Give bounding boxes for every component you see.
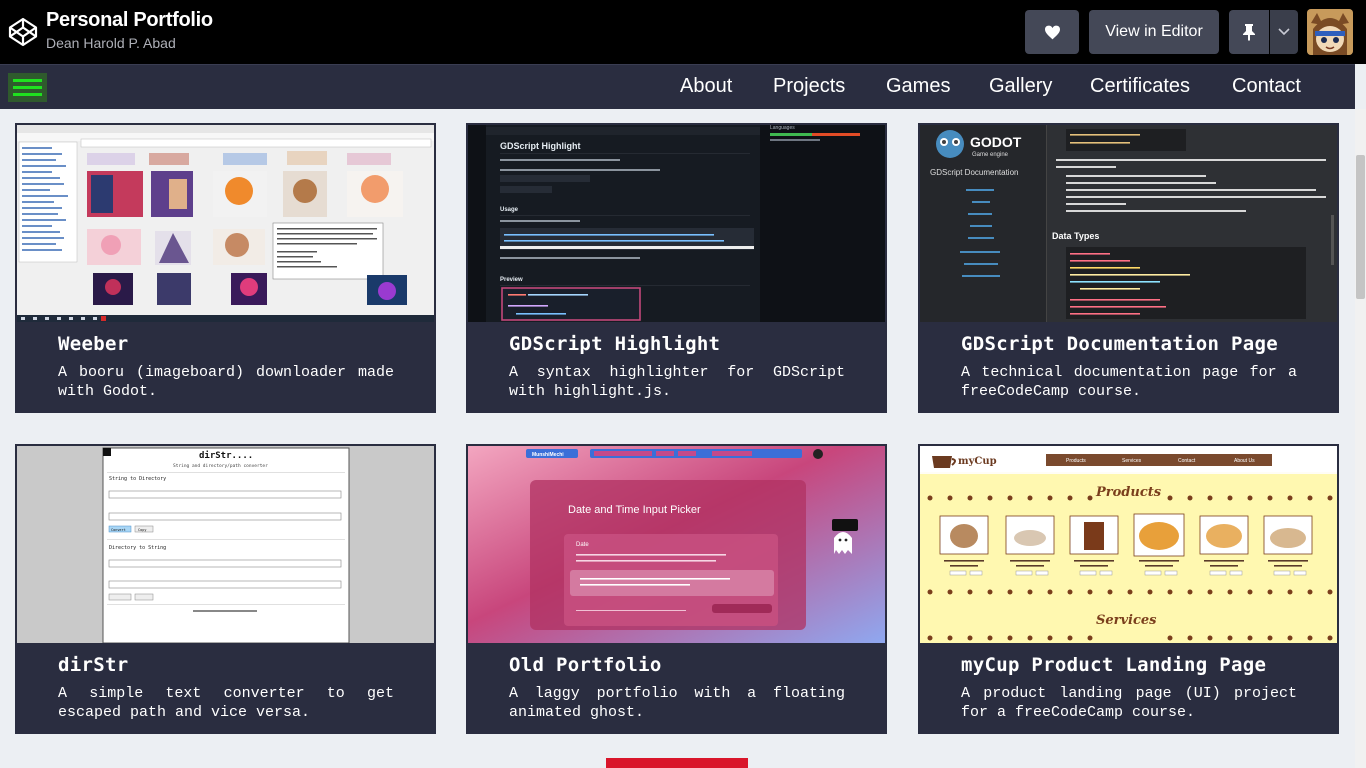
thumb-services: Services	[1096, 613, 1157, 628]
project-description: A simple text converter to get escaped p…	[58, 685, 394, 721]
project-description: A laggy portfolio with a floating animat…	[509, 685, 845, 721]
project-card-old-portfolio[interactable]: MunshiMechi Date and Time Input Picker D…	[466, 444, 887, 734]
chevron-down-icon	[1278, 28, 1290, 36]
nav-link-projects[interactable]: Projects	[773, 75, 845, 98]
weeber-screenshot	[17, 125, 434, 322]
avatar-image	[1307, 9, 1353, 55]
thumb-date-label: Date	[576, 542, 589, 548]
project-thumbnail: GDScript Highlight Usage Preview Languag…	[466, 123, 887, 324]
thumb-godot-logo: GODOT	[970, 134, 1022, 150]
gdscript-docs-screenshot: GODOT Game engine GDScript Documentation…	[920, 125, 1337, 322]
project-title[interactable]: Old Portfolio	[509, 654, 662, 676]
project-card-mycup[interactable]: myCup Products Services Contact About Us…	[918, 444, 1339, 734]
heart-icon	[1044, 25, 1060, 39]
nav-link-certificates[interactable]: Certificates	[1090, 75, 1190, 98]
thumb-languages: Languages	[770, 125, 795, 131]
project-title[interactable]: Weeber	[58, 333, 128, 355]
project-card-dirstr[interactable]: dirStr.... String and directory/path con…	[15, 444, 436, 734]
thumb-dirstr-subtitle: String and directory/path converter	[173, 463, 268, 469]
project-title[interactable]: dirStr	[58, 654, 128, 676]
project-title[interactable]: GDScript Highlight	[509, 333, 720, 355]
ghost-icon	[834, 532, 852, 554]
project-card-gdscript-docs[interactable]: GODOT Game engine GDScript Documentation…	[918, 123, 1339, 413]
project-title[interactable]: myCup Product Landing Page	[961, 654, 1266, 676]
pen-author[interactable]: Dean Harold P. Abad	[46, 35, 176, 51]
thumb-preview: Preview	[500, 277, 523, 283]
codepen-logo-icon[interactable]	[7, 16, 39, 48]
thumb-mycup-nav-0: Products	[1066, 458, 1086, 464]
project-description: A booru (imageboard) downloader made wit…	[58, 364, 394, 400]
pin-icon	[1243, 24, 1255, 41]
pin-button[interactable]	[1229, 10, 1269, 54]
codepen-header: Personal Portfolio Dean Harold P. Abad V…	[0, 0, 1366, 64]
gdscript-highlight-screenshot: GDScript Highlight Usage Preview Languag…	[468, 125, 885, 322]
thumb-old-heading: Date and Time Input Picker	[568, 504, 701, 516]
thumb-mycup-nav-3: About Us	[1234, 458, 1255, 464]
nav-link-games[interactable]: Games	[886, 75, 950, 98]
thumb-products: Products	[1095, 485, 1162, 500]
project-thumbnail: dirStr.... String and directory/path con…	[15, 444, 436, 645]
thumb-mycup-nav-1: Services	[1122, 458, 1142, 464]
project-description: A product landing page (UI) project for …	[961, 685, 1297, 721]
project-description: A syntax highlighter for GDScript with h…	[509, 364, 845, 400]
project-description: A technical documentation page for a fre…	[961, 364, 1297, 400]
like-button[interactable]	[1025, 10, 1079, 54]
dirstr-screenshot: dirStr.... String and directory/path con…	[17, 446, 434, 643]
thumb-convert: Convert	[111, 528, 126, 532]
thumb-brand: MunshiMechi	[532, 452, 564, 458]
project-thumbnail: MunshiMechi Date and Time Input Picker D…	[466, 444, 887, 645]
nav-link-contact[interactable]: Contact	[1232, 75, 1301, 98]
project-thumbnail: myCup Products Services Contact About Us…	[918, 444, 1339, 645]
project-thumbnail	[15, 123, 436, 324]
view-in-editor-button[interactable]: View in Editor	[1089, 10, 1219, 54]
hamburger-icon[interactable]	[8, 73, 47, 102]
more-projects-button[interactable]	[606, 758, 748, 768]
project-card-weeber[interactable]: Weeber A booru (imageboard) downloader m…	[15, 123, 436, 413]
pen-title[interactable]: Personal Portfolio	[46, 9, 213, 32]
scrollbar-thumb[interactable]	[1356, 155, 1365, 299]
project-card-gdscript-highlight[interactable]: GDScript Highlight Usage Preview Languag…	[466, 123, 887, 413]
user-avatar[interactable]	[1307, 9, 1353, 55]
thumb-section-1: String to Directory	[109, 476, 166, 482]
thumb-section-2: Directory to String	[109, 545, 166, 551]
thumb-copy: Copy	[138, 528, 146, 532]
site-navbar: About Projects Games Gallery Certificate…	[0, 64, 1355, 109]
old-portfolio-screenshot: MunshiMechi Date and Time Input Picker D…	[468, 446, 885, 643]
thumb-mycup-nav-2: Contact	[1178, 458, 1196, 464]
nav-link-gallery[interactable]: Gallery	[989, 75, 1052, 98]
page-scrollbar[interactable]	[1355, 109, 1366, 768]
project-thumbnail: GODOT Game engine GDScript Documentation…	[918, 123, 1339, 324]
mycup-screenshot: myCup Products Services Contact About Us…	[920, 446, 1337, 643]
thumb-heading: GDScript Highlight	[500, 141, 581, 151]
thumb-usage: Usage	[500, 207, 519, 213]
nav-link-about[interactable]: About	[680, 75, 732, 98]
thumb-godot-sub: Game engine	[972, 152, 1009, 158]
project-title[interactable]: GDScript Documentation Page	[961, 333, 1278, 355]
thumb-nav-title: GDScript Documentation	[930, 168, 1018, 177]
thumb-dirstr-title: dirStr....	[199, 450, 253, 461]
thumb-data-types: Data Types	[1052, 231, 1099, 241]
pin-menu-button[interactable]	[1270, 10, 1298, 54]
thumb-mycup-brand: myCup	[958, 456, 997, 467]
